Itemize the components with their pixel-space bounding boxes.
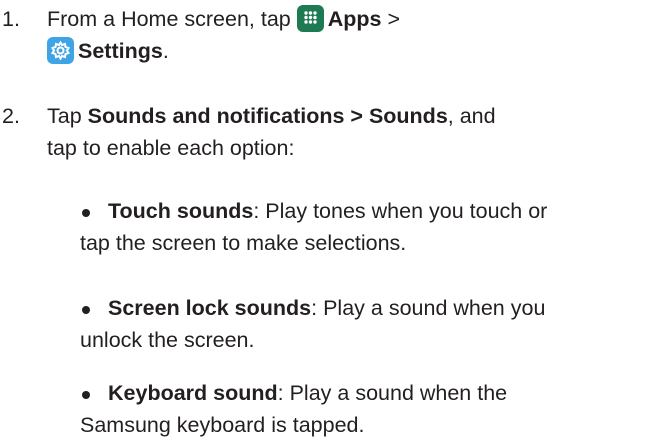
- step-number: 1.: [2, 7, 20, 31]
- bullet-icon: [82, 391, 90, 399]
- option-line: unlock the screen.: [80, 328, 255, 352]
- option-line: tap the screen to make selections.: [80, 231, 407, 255]
- option-line: Screen lock sounds: Play a sound when yo…: [108, 292, 662, 324]
- option-name: Touch sounds: [108, 199, 254, 223]
- option-text: Keyboard sound: Play a sound when the: [108, 377, 662, 409]
- option-line: Touch sounds: Play tones when you touch …: [108, 195, 662, 227]
- option-line: Samsung keyboard is tapped.: [80, 413, 365, 437]
- step-text: Tap Sounds and notifications > Sounds, a…: [47, 100, 647, 164]
- option-description: : Play tones when you touch or: [253, 199, 548, 223]
- option-text-continued: tap the screen to make selections.: [80, 227, 660, 259]
- option-name: Keyboard sound: [108, 381, 278, 405]
- settings-label: Settings: [78, 39, 163, 63]
- step-number: 2.: [2, 104, 20, 128]
- path-separator: >: [381, 7, 401, 31]
- step-text-prefix: Tap: [47, 104, 88, 128]
- menu-path: Sounds and notifications > Sounds: [87, 104, 448, 128]
- option-name: Screen lock sounds: [108, 296, 312, 320]
- bullet-icon: [82, 306, 90, 314]
- step-text: From a Home screen, tap Apps > Settings.: [47, 3, 647, 67]
- step-line: From a Home screen, tap Apps >: [47, 3, 647, 35]
- step-text-suffix: , and: [447, 104, 496, 128]
- option-text: Screen lock sounds: Play a sound when yo…: [108, 292, 662, 324]
- step-text-prefix: From a Home screen, tap: [47, 7, 297, 31]
- option-text-continued: Samsung keyboard is tapped.: [80, 409, 660, 441]
- step-end: .: [162, 39, 169, 63]
- page: { "steps": [ { "number": "1.", "prefix":…: [0, 0, 662, 440]
- option-description: : Play a sound when you: [311, 296, 546, 320]
- bullet-icon: [82, 209, 90, 217]
- option-text: Touch sounds: Play tones when you touch …: [108, 195, 662, 227]
- apps-label: Apps: [327, 7, 382, 31]
- apps-grid-icon: [296, 5, 324, 32]
- option-description: : Play a sound when the: [277, 381, 508, 405]
- gear-icon: [47, 37, 74, 64]
- step-line: tap to enable each option:: [47, 136, 295, 160]
- step-line: Settings.: [47, 35, 647, 67]
- option-line: Keyboard sound: Play a sound when the: [108, 377, 662, 409]
- option-text-continued: unlock the screen.: [80, 324, 660, 356]
- step-line: Tap Sounds and notifications > Sounds, a…: [47, 100, 647, 132]
